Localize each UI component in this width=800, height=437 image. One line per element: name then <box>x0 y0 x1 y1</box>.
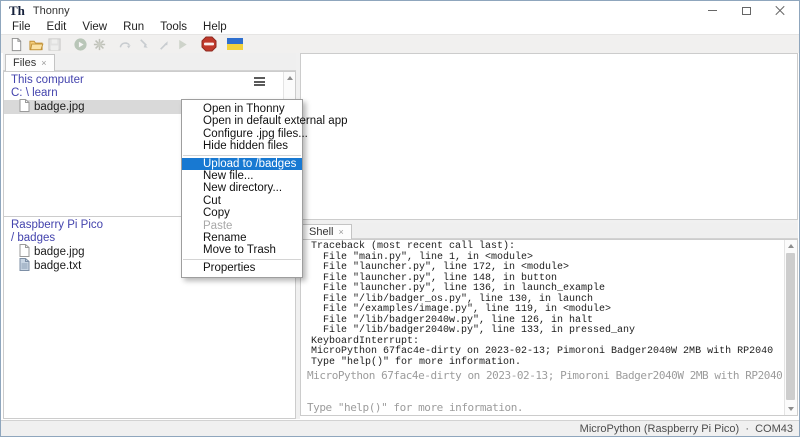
support-ukraine-icon[interactable] <box>225 36 244 53</box>
computer-root-label[interactable]: This computer <box>4 72 295 87</box>
shell-traceback-line: Traceback (most recent call last): <box>311 242 781 253</box>
scrollbar-thumb[interactable] <box>786 253 795 400</box>
step-into-icon <box>135 36 154 53</box>
menu-file[interactable]: File <box>4 21 39 33</box>
context-menu: Open in ThonnyOpen in default external a… <box>181 99 303 278</box>
file-text-icon <box>19 258 34 274</box>
shell-banner-line <box>307 384 781 400</box>
shell-tab-close-icon[interactable]: × <box>338 228 343 237</box>
thonny-window: Th Thonny FileEditViewRunToolsHelp Files… <box>0 0 800 437</box>
shell-output[interactable]: Traceback (most recent call last): File … <box>300 239 798 416</box>
file-generic-icon <box>19 99 34 115</box>
menu-separator <box>183 155 301 156</box>
shell-traceback-line: MicroPython 67fac4e-dirty on 2023-02-13;… <box>311 347 781 358</box>
save-file-icon <box>45 36 64 53</box>
new-file-icon[interactable] <box>7 36 26 53</box>
context-item-configure-jpg-files[interactable]: Configure .jpg files... <box>182 128 302 140</box>
shell-traceback-line: File "launcher.py", line 172, in <module… <box>311 263 781 274</box>
menu-run[interactable]: Run <box>115 21 152 33</box>
scroll-up-icon[interactable] <box>785 240 797 252</box>
shell-banner-line: MicroPython 67fac4e-dirty on 2023-02-13;… <box>307 368 781 384</box>
title-bar: Th Thonny <box>1 1 799 20</box>
close-icon <box>775 6 785 16</box>
files-tab-label: Files <box>13 57 36 69</box>
maximize-button[interactable] <box>729 1 763 20</box>
menu-edit[interactable]: Edit <box>39 21 75 33</box>
context-item-open-in-thonny[interactable]: Open in Thonny <box>182 103 302 115</box>
context-item-copy[interactable]: Copy <box>182 207 302 219</box>
tab-files[interactable]: Files × <box>5 54 55 71</box>
shell-tab-label: Shell <box>309 226 333 238</box>
close-button[interactable] <box>763 1 797 20</box>
files-tabstrip: Files × <box>3 53 296 71</box>
shell-panel: Shell × Traceback (most recent call last… <box>300 223 798 416</box>
context-item-new-directory[interactable]: New directory... <box>182 182 302 194</box>
context-item-cut[interactable]: Cut <box>182 195 302 207</box>
menu-bar: FileEditViewRunToolsHelp <box>1 20 799 34</box>
context-item-upload-to-badges[interactable]: Upload to /badges <box>182 158 302 170</box>
scroll-down-icon[interactable] <box>785 403 797 415</box>
menu-view[interactable]: View <box>74 21 115 33</box>
file-name: badge.jpg <box>34 101 85 113</box>
file-name: badge.txt <box>34 260 81 272</box>
toolbar <box>1 34 799 53</box>
context-item-open-in-default-external-app[interactable]: Open in default external app <box>182 115 302 127</box>
menu-separator <box>183 259 301 260</box>
context-item-new-file[interactable]: New file... <box>182 170 302 182</box>
shell-tabstrip: Shell × <box>300 223 798 239</box>
file-name: badge.jpg <box>34 246 85 258</box>
editor-area <box>300 53 798 220</box>
shell-traceback-line: File "/lib/badger2040w.py", line 133, in… <box>311 326 781 337</box>
open-file-icon[interactable] <box>26 36 45 53</box>
maximize-icon <box>742 7 751 15</box>
tree-menu-icon[interactable] <box>254 77 265 86</box>
thonny-logo-icon: Th <box>9 4 25 17</box>
debug-current-script-icon <box>90 36 109 53</box>
window-controls <box>695 1 797 20</box>
context-item-hide-hidden-files[interactable]: Hide hidden files <box>182 140 302 152</box>
shell-traceback-line: File "/examples/image.py", line 119, in … <box>311 305 781 316</box>
step-over-icon <box>116 36 135 53</box>
tab-shell[interactable]: Shell × <box>301 224 352 239</box>
minimize-button[interactable] <box>695 1 729 20</box>
step-out-icon <box>154 36 173 53</box>
menu-help[interactable]: Help <box>195 21 235 33</box>
shell-traceback-line: File "launcher.py", line 136, in launch_… <box>311 284 781 295</box>
window-title: Thonny <box>33 5 70 17</box>
interpreter-status[interactable]: MicroPython (Raspberry Pi Pico) · COM43 <box>580 423 793 435</box>
minimize-icon <box>708 10 717 11</box>
menu-tools[interactable]: Tools <box>152 21 195 33</box>
stop-restart-icon[interactable] <box>199 36 218 53</box>
shell-scrollbar[interactable] <box>784 240 797 415</box>
context-item-paste: Paste <box>182 220 302 232</box>
context-item-move-to-trash[interactable]: Move to Trash <box>182 244 302 256</box>
status-bar: MicroPython (Raspberry Pi Pico) · COM43 <box>1 420 799 437</box>
context-item-properties[interactable]: Properties <box>182 262 302 274</box>
files-tab-close-icon[interactable]: × <box>41 59 46 68</box>
shell-traceback-line: Type "help()" for more information. <box>311 358 781 369</box>
resume-icon <box>173 36 192 53</box>
run-current-script-icon <box>71 36 90 53</box>
context-item-rename[interactable]: Rename <box>182 232 302 244</box>
scroll-up-icon[interactable] <box>284 72 296 84</box>
